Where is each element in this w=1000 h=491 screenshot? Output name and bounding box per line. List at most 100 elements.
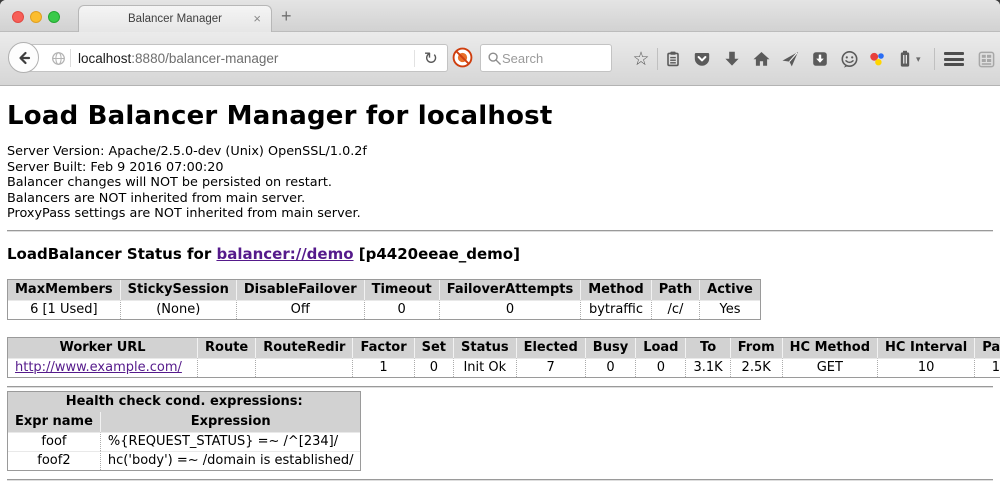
server-version-line: Server Version: Apache/2.5.0-dev (Unix) … [7,144,993,160]
cell-status: Init Ok [454,358,517,377]
send-to-device-icon[interactable] [780,49,800,69]
urlbar-divider [70,49,71,67]
column-header: Passes [975,338,1000,358]
status-heading-prefix: LoadBalancer Status for [7,245,216,263]
tab-title: Balancer Manager [128,13,222,25]
back-button[interactable] [8,42,39,73]
column-header: StickySession [121,280,237,300]
toolbar-divider [934,48,935,70]
section-divider [7,386,993,388]
table-header-row: MaxMembers StickySession DisableFailover… [8,280,760,300]
cell-from: 2.5K [731,358,783,377]
cell-expression: hc('body') =~ /domain is established/ [101,451,361,470]
cell-hc-interval: 10 [878,358,975,377]
site-identity-globe-icon[interactable] [51,51,66,66]
reload-icon[interactable]: ↻ [414,50,447,67]
cell-active: Yes [700,300,760,319]
address-bar[interactable]: localhost:8880/balancer-manager ↻ [24,44,448,72]
cell-stickysession: (None) [121,300,237,319]
column-header: HC Method [783,338,878,358]
cell-path: /c/ [652,300,700,319]
proxypass-notice-line: ProxyPass settings are NOT inherited fro… [7,206,993,222]
url-host-text: localhost [78,51,131,66]
back-arrow-icon [16,50,32,66]
pocket-icon[interactable] [692,49,712,69]
download-helper-icon[interactable] [810,49,830,69]
cell-expression: %{REQUEST_STATUS} =~ /^[234]/ [101,432,361,451]
cell-elected: 7 [517,358,586,377]
column-header: Worker URL [8,338,198,358]
worker-url-link[interactable]: http://www.example.com/ [15,360,182,375]
colored-dots-extension-icon[interactable] [867,49,887,69]
tab-close-icon[interactable]: × [253,11,261,26]
column-header: Active [700,280,760,300]
section-divider [7,230,993,232]
cell-routeredir [256,358,353,377]
table-row: foof %{REQUEST_STATUS} =~ /^[234]/ [8,432,360,451]
tab-groups-icon[interactable] [976,49,996,69]
column-header: DisableFailover [237,280,365,300]
table-title-row: Health check cond. expressions: [8,392,360,412]
plugin-blocked-icon[interactable] [452,47,473,73]
cell-disablefailover: Off [237,300,365,319]
page-title: Load Balancer Manager for localhost [7,101,993,131]
status-heading-suffix: [p4420eeae_demo] [354,245,520,263]
column-header: Method [581,280,651,300]
column-header: Expr name [8,412,101,432]
column-header: Load [636,338,686,358]
cell-hc-method: GET [783,358,878,377]
column-header: Set [415,338,454,358]
column-header: Factor [353,338,414,358]
column-header: Path [652,280,700,300]
maximize-window-button[interactable] [48,11,60,23]
page-content: Load Balancer Manager for localhost Serv… [0,87,1000,491]
cell-failoverattempts: 0 [440,300,582,319]
table-row: 6 [1 Used] (None) Off 0 0 bytraffic /c/ … [8,300,760,319]
toolbar-divider [657,48,658,70]
column-header: FailoverAttempts [440,280,582,300]
bookmark-star-icon[interactable]: ☆ [631,49,651,69]
cell-worker-url: http://www.example.com/ [8,358,198,377]
cell-passes: 1 (0) [975,358,1000,377]
downloads-icon[interactable] [722,49,742,69]
cell-factor: 1 [353,358,414,377]
column-header: From [731,338,783,358]
browser-tab[interactable]: Balancer Manager × [78,5,272,32]
feedback-smiley-icon[interactable] [839,49,859,69]
cell-set: 0 [415,358,454,377]
column-header: Status [454,338,517,358]
new-tab-button[interactable]: + [281,6,292,27]
column-header: Busy [586,338,636,358]
close-window-button[interactable] [12,11,24,23]
browser-window: Balancer Manager × + localhost:8880/bala… [0,0,1000,491]
table-row: http://www.example.com/ 1 0 Init Ok 7 0 … [8,358,1000,377]
cell-maxmembers: 6 [1 Used] [8,300,121,319]
table-header-row: Expr name Expression [8,412,360,432]
overflow-caret-icon[interactable]: ▾ [916,54,921,65]
balancer-params-table: MaxMembers StickySession DisableFailover… [7,279,761,320]
reading-list-icon[interactable] [663,49,683,69]
cell-expr-name: foof2 [8,451,101,470]
search-bar[interactable] [480,44,612,72]
column-header: Timeout [365,280,440,300]
cell-expr-name: foof [8,432,101,451]
cell-route [198,358,256,377]
column-header: MaxMembers [8,280,121,300]
balancer-demo-link[interactable]: balancer://demo [216,245,353,263]
persist-notice-line: Balancer changes will NOT be persisted o… [7,175,993,191]
cell-load: 0 [636,358,686,377]
search-input[interactable] [502,51,592,66]
column-header: Elected [517,338,586,358]
menu-icon[interactable] [944,52,964,66]
table-header-row: Worker URL Route RouteRedir Factor Set S… [8,338,1000,358]
cell-busy: 0 [586,358,636,377]
server-built-line: Server Built: Feb 9 2016 07:00:20 [7,160,993,176]
health-check-table: Health check cond. expressions: Expr nam… [7,391,361,471]
battery-extension-icon[interactable] [895,49,915,69]
column-header: Expression [101,412,361,432]
home-icon[interactable] [751,49,771,69]
minimize-window-button[interactable] [30,11,42,23]
inherit-notice-line: Balancers are NOT inherited from main se… [7,191,993,207]
title-bar: Balancer Manager × + [0,0,1000,32]
page-bottom-divider [7,479,993,481]
